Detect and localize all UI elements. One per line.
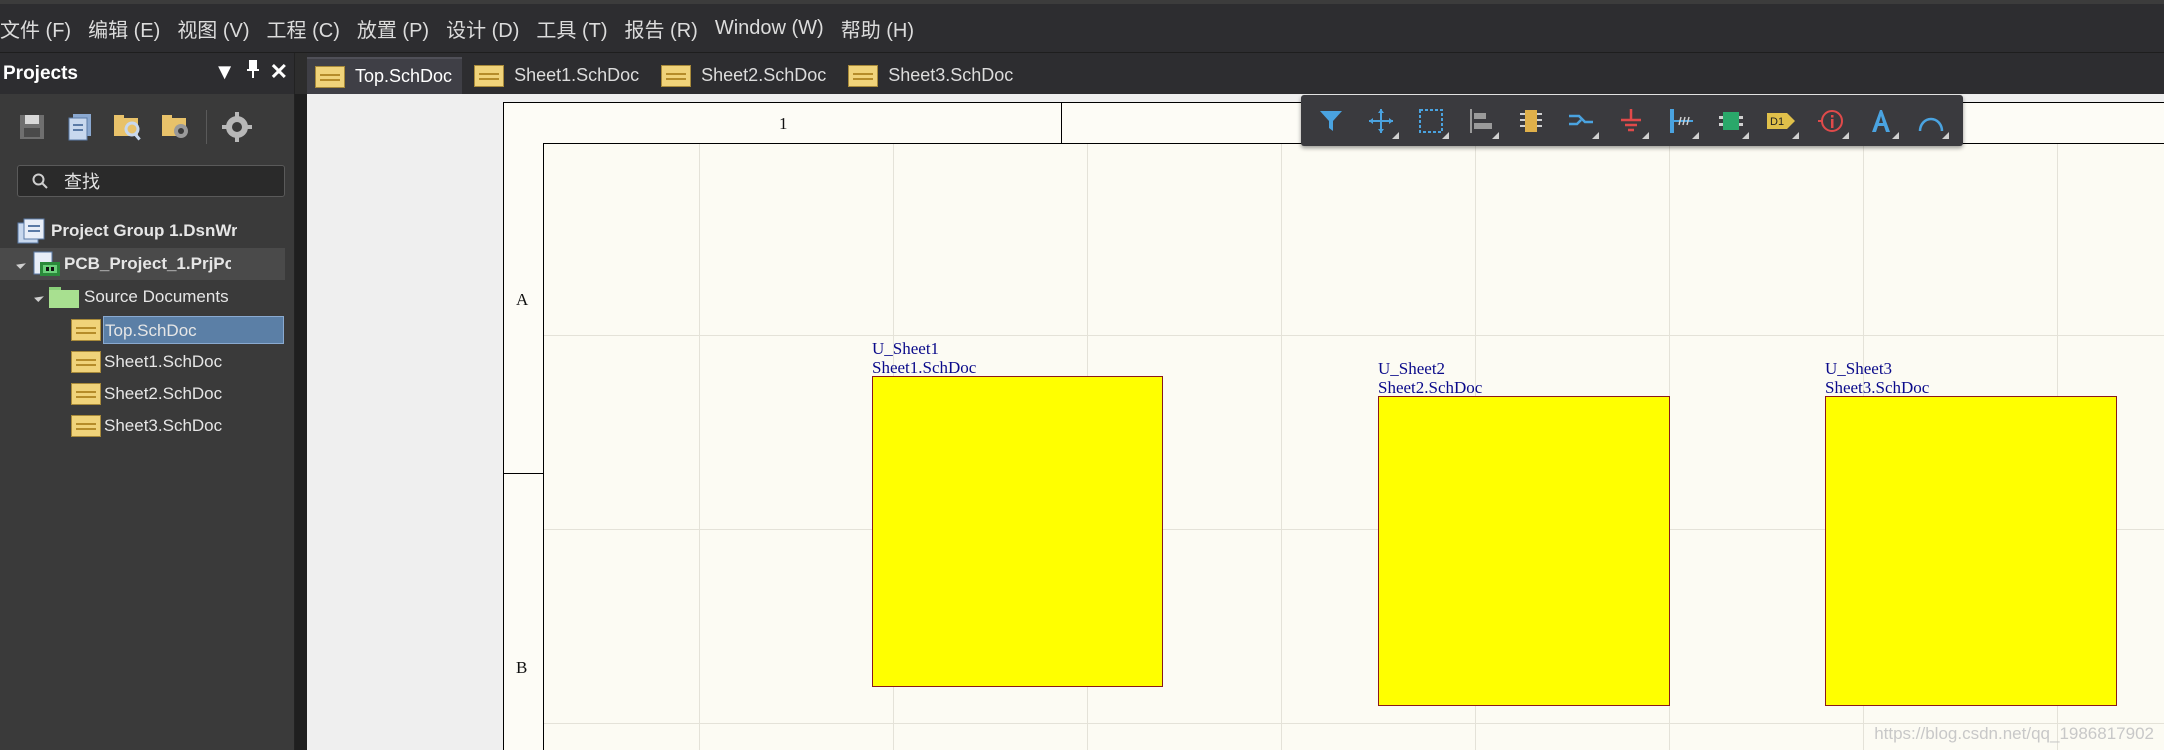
pin-icon[interactable] — [246, 59, 260, 85]
harness-icon[interactable] — [1661, 101, 1701, 141]
move-icon[interactable] — [1361, 101, 1401, 141]
menu-design[interactable]: 设计 (D) — [446, 14, 519, 43]
port-icon[interactable]: D1 — [1761, 101, 1801, 141]
tab-label: Sheet1.SchDoc — [514, 65, 640, 85]
sheet-symbol-filename[interactable]: Sheet3.SchDoc — [1825, 378, 1929, 397]
project-group-label: Project Group 1.DsnWrk — [51, 221, 237, 240]
sheet-symbol-icon[interactable] — [1711, 101, 1751, 141]
tab-label: Sheet2.SchDoc — [701, 65, 827, 85]
active-bar-toolbar: D1 — [1301, 95, 1963, 146]
arc-icon[interactable] — [1911, 101, 1951, 141]
doc-label: Sheet2.SchDoc — [104, 384, 223, 403]
tab-label: Sheet3.SchDoc — [888, 65, 1014, 85]
save-all-icon[interactable] — [62, 109, 98, 145]
schematic-doc-icon — [474, 64, 505, 87]
search-icon — [32, 173, 48, 189]
select-area-icon[interactable] — [1411, 101, 1451, 141]
tree-item-doc[interactable]: Sheet1.SchDoc — [0, 346, 294, 378]
schematic-canvas[interactable]: 1 A B U_Sheet1 Sheet1.SchDoc U_Sheet2 Sh… — [307, 94, 2164, 750]
panel-header: Projects ▼ ✕ — [0, 53, 294, 94]
text-icon[interactable] — [1861, 101, 1901, 141]
schematic-doc-icon — [71, 383, 101, 405]
menu-help[interactable]: 帮助 (H) — [841, 14, 914, 43]
doc-label: Sheet3.SchDoc — [104, 416, 223, 435]
panel-controls: ▼ ✕ — [214, 59, 288, 85]
project-search-icon[interactable] — [110, 109, 146, 145]
collapse-arrow-icon[interactable] — [34, 292, 44, 302]
menu-reports[interactable]: 报告 (R) — [625, 14, 698, 43]
sheet-symbol-u-sheet1[interactable] — [872, 376, 1163, 687]
schematic-doc-icon — [661, 64, 692, 87]
tab-label: Top.SchDoc — [355, 66, 453, 86]
menu-file[interactable]: 文件 (F) — [0, 14, 71, 43]
tree-item-doc[interactable]: Top.SchDoc — [0, 314, 294, 346]
panel-title: Projects — [3, 62, 78, 84]
schematic-sheet: 1 A B U_Sheet1 Sheet1.SchDoc U_Sheet2 Sh… — [503, 102, 2164, 750]
folder-label: Source Documents — [84, 287, 229, 306]
power-port-icon[interactable] — [1611, 101, 1651, 141]
search-placeholder: 查找 — [64, 172, 100, 192]
menu-edit[interactable]: 编辑 (E) — [88, 14, 160, 43]
align-icon[interactable] — [1461, 101, 1501, 141]
tab-sheet3-schdoc[interactable]: Sheet3.SchDoc — [840, 57, 1023, 94]
schematic-doc-icon — [71, 415, 101, 437]
tree-item-doc[interactable]: Sheet3.SchDoc — [0, 410, 294, 442]
zone-column-label: 1 — [779, 114, 788, 133]
tree-item-doc[interactable]: Sheet2.SchDoc — [0, 378, 294, 410]
tree-item-project[interactable]: PCB_Project_1.PrjPcb — [0, 248, 285, 280]
zone-divider — [504, 473, 543, 474]
svg-text:D1: D1 — [1770, 116, 1784, 128]
zone-row-label-b: B — [516, 658, 528, 677]
collapse-arrow-icon[interactable] — [16, 259, 26, 269]
panel-splitter[interactable] — [295, 94, 307, 750]
tree-item-source-documents[interactable]: Source Documents — [0, 281, 294, 313]
schematic-doc-icon — [71, 319, 101, 341]
save-icon[interactable] — [14, 109, 50, 145]
place-wire-icon[interactable] — [1561, 101, 1601, 141]
tab-sheet2-schdoc[interactable]: Sheet2.SchDoc — [653, 57, 836, 94]
filter-icon[interactable] — [1311, 101, 1351, 141]
sheet-symbol-designator[interactable]: U_Sheet3 — [1825, 359, 1892, 378]
menu-place[interactable]: 放置 (P) — [357, 14, 429, 43]
doc-label: Sheet1.SchDoc — [104, 352, 223, 371]
watermark: https://blog.csdn.net/qq_1986817902 — [1874, 724, 2154, 743]
toolbar-divider — [206, 109, 207, 144]
project-search-input[interactable]: 查找 — [17, 165, 285, 197]
tab-top-schdoc[interactable]: Top.SchDoc — [307, 57, 463, 94]
panel-menu-icon[interactable]: ▼ — [214, 59, 236, 85]
zone-divider — [1061, 103, 1062, 143]
menu-bar: 文件 (F) 编辑 (E) 视图 (V) 工程 (C) 放置 (P) 设计 (D… — [0, 0, 2164, 53]
project-settings-icon[interactable] — [158, 109, 194, 145]
project-tree: Project Group 1.DsnWrk PCB_Project_1.Prj… — [0, 215, 294, 442]
pcb-project-icon — [30, 250, 62, 278]
sheet-symbol-filename[interactable]: Sheet2.SchDoc — [1378, 378, 1482, 397]
tree-item-project-group[interactable]: Project Group 1.DsnWrk — [0, 215, 294, 247]
menu-project[interactable]: 工程 (C) — [267, 14, 340, 43]
project-label: PCB_Project_1.PrjPcb — [64, 254, 231, 273]
sheet-symbol-filename[interactable]: Sheet1.SchDoc — [872, 358, 976, 377]
folder-icon — [48, 285, 80, 309]
schematic-doc-icon — [71, 351, 101, 373]
sheet-symbol-u-sheet2[interactable] — [1378, 396, 1670, 706]
menu-tools[interactable]: 工具 (T) — [536, 14, 607, 43]
projects-panel: Projects ▼ ✕ 查找 Project Group 1.DsnWrk P… — [0, 53, 295, 750]
menu-view[interactable]: 视图 (V) — [177, 14, 249, 43]
sheet-symbol-designator[interactable]: U_Sheet2 — [1378, 359, 1445, 378]
menu-window[interactable]: Window (W) — [715, 17, 824, 40]
doc-label-selected: Top.SchDoc — [103, 316, 284, 344]
zone-row-label-a: A — [516, 290, 529, 309]
directive-icon[interactable] — [1811, 101, 1851, 141]
sheet-symbol-designator[interactable]: U_Sheet1 — [872, 339, 939, 358]
tab-sheet1-schdoc[interactable]: Sheet1.SchDoc — [466, 57, 649, 94]
document-tabs: Top.SchDoc Sheet1.SchDoc Sheet2.SchDoc S… — [307, 53, 2164, 94]
project-group-icon — [16, 217, 48, 245]
schematic-doc-icon — [848, 64, 879, 87]
schematic-doc-icon — [315, 65, 345, 88]
panel-toolbar — [0, 94, 294, 159]
close-icon[interactable]: ✕ — [270, 59, 288, 85]
place-part-icon[interactable] — [1511, 101, 1551, 141]
sheet-symbol-u-sheet3[interactable] — [1825, 396, 2117, 706]
gear-icon[interactable] — [219, 109, 255, 145]
